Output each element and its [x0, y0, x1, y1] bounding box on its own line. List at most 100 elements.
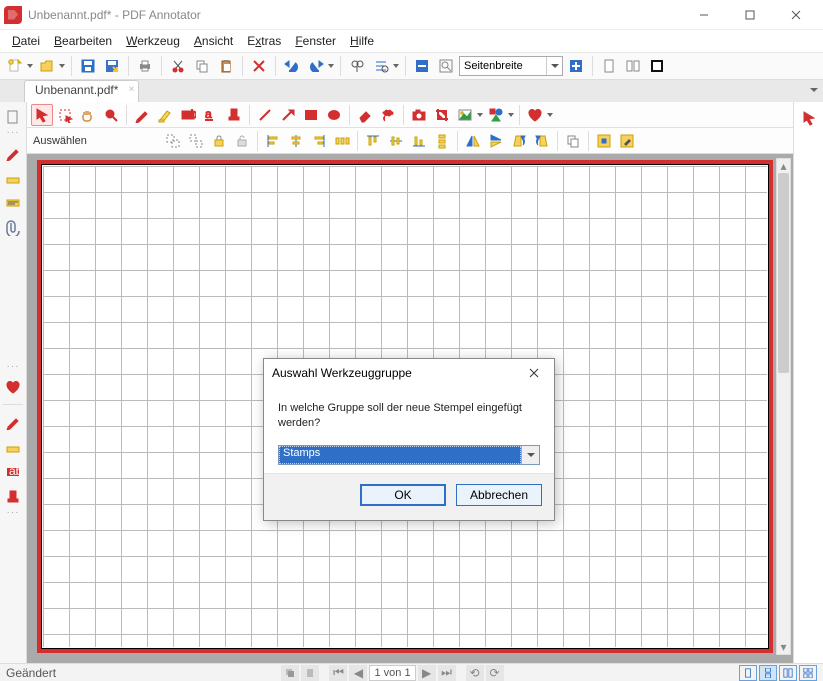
page-next-button[interactable]: ▶	[418, 665, 436, 681]
view-single-button[interactable]	[739, 665, 757, 681]
ungroup-button[interactable]	[185, 130, 207, 152]
zoom-out-button[interactable]	[411, 55, 433, 77]
shape-library-annot[interactable]	[485, 104, 515, 126]
redo-button[interactable]	[305, 55, 335, 77]
tab-close-icon[interactable]: ×	[129, 84, 135, 95]
view-two-page-button[interactable]	[779, 665, 797, 681]
distribute-h-button[interactable]	[331, 130, 353, 152]
dialog-group-select-dropdown[interactable]	[521, 446, 539, 464]
page-field[interactable]: 1 von 1	[369, 665, 415, 681]
flip-h-button[interactable]	[462, 130, 484, 152]
lasso-erase-annot[interactable]	[377, 104, 399, 126]
save-as-button[interactable]	[101, 55, 123, 77]
menu-werkzeug[interactable]: Werkzeug	[120, 32, 186, 50]
pen-annot[interactable]	[131, 104, 153, 126]
dialog-group-select[interactable]: Stamps	[278, 445, 540, 465]
fit-selection-button[interactable]	[593, 130, 615, 152]
crop-annot[interactable]	[431, 104, 453, 126]
page-single-button[interactable]	[301, 665, 319, 681]
pan-tool[interactable]	[77, 104, 99, 126]
stamp-annot[interactable]	[223, 104, 245, 126]
tab-overflow-button[interactable]	[807, 83, 821, 97]
align-center-v-button[interactable]	[385, 130, 407, 152]
menu-hilfe[interactable]: Hilfe	[344, 32, 380, 50]
scroll-up-button[interactable]: ▴	[777, 159, 790, 173]
lasso-tool[interactable]	[54, 104, 76, 126]
zoom-tool[interactable]	[100, 104, 122, 126]
unlock-button[interactable]	[231, 130, 253, 152]
eraser-annot[interactable]	[354, 104, 376, 126]
underline-annot[interactable]: a	[200, 104, 222, 126]
zoom-input[interactable]	[460, 57, 546, 75]
find-button[interactable]	[346, 55, 368, 77]
line-annot[interactable]	[254, 104, 276, 126]
two-page-button[interactable]	[622, 55, 644, 77]
edit-selection-button[interactable]	[616, 130, 638, 152]
copy-button[interactable]	[191, 55, 213, 77]
dialog-close-button[interactable]	[522, 362, 546, 384]
image-annot[interactable]	[454, 104, 484, 126]
menu-ansicht[interactable]: Ansicht	[188, 32, 239, 50]
select-tool[interactable]	[31, 104, 53, 126]
highlighter-tool[interactable]	[2, 167, 24, 189]
menu-bearbeiten[interactable]: Bearbeiten	[48, 32, 118, 50]
favorite-heart-icon[interactable]	[2, 376, 24, 398]
nav-back-button[interactable]: ⟲	[466, 665, 484, 681]
rotate-left-button[interactable]	[508, 130, 530, 152]
page-view-button[interactable]	[598, 55, 620, 77]
open-file-button[interactable]	[36, 55, 66, 77]
copy-style-button[interactable]	[562, 130, 584, 152]
snapshot-annot[interactable]	[408, 104, 430, 126]
paste-button[interactable]	[215, 55, 237, 77]
group-button[interactable]	[162, 130, 184, 152]
textbox-annot[interactable]: ab	[177, 104, 199, 126]
zoom-picker-button[interactable]	[435, 55, 457, 77]
dialog-cancel-button[interactable]: Abbrechen	[456, 484, 542, 506]
menu-extras[interactable]: Extras	[241, 32, 287, 50]
new-file-button[interactable]	[4, 55, 34, 77]
attachment-tool[interactable]	[2, 217, 24, 239]
zoom-combo[interactable]	[459, 56, 563, 76]
sidebar-page-icon[interactable]	[2, 106, 24, 128]
vertical-scrollbar[interactable]: ▴ ▾	[776, 158, 791, 655]
menu-fenster[interactable]: Fenster	[289, 32, 342, 50]
recent-stamp-icon[interactable]	[2, 486, 24, 508]
page-layers-button[interactable]	[281, 665, 299, 681]
undo-button[interactable]	[281, 55, 303, 77]
scrollbar-thumb[interactable]	[778, 173, 789, 373]
print-button[interactable]	[134, 55, 156, 77]
text-highlight-tool[interactable]	[2, 192, 24, 214]
lock-button[interactable]	[208, 130, 230, 152]
dialog-ok-button[interactable]: OK	[360, 484, 446, 506]
align-bottom-button[interactable]	[408, 130, 430, 152]
rect-annot[interactable]	[300, 104, 322, 126]
align-left-button[interactable]	[262, 130, 284, 152]
delete-button[interactable]	[248, 55, 270, 77]
minimize-button[interactable]	[681, 0, 727, 30]
close-button[interactable]	[773, 0, 819, 30]
page-last-button[interactable]: ⏭	[438, 665, 456, 681]
page-prev-button[interactable]: ◀	[349, 665, 367, 681]
search-list-button[interactable]	[370, 55, 400, 77]
favorites-annot[interactable]	[524, 104, 554, 126]
ellipse-annot[interactable]	[323, 104, 345, 126]
save-button[interactable]	[77, 55, 99, 77]
dialog-titlebar[interactable]: Auswahl Werkzeuggruppe	[264, 359, 554, 387]
rotate-right-button[interactable]	[531, 130, 553, 152]
pen-tool[interactable]	[2, 142, 24, 164]
nav-fwd-button[interactable]: ⟳	[486, 665, 504, 681]
flip-v-button[interactable]	[485, 130, 507, 152]
align-top-button[interactable]	[362, 130, 384, 152]
recent-highlight-icon[interactable]	[2, 436, 24, 458]
maximize-button[interactable]	[727, 0, 773, 30]
page-first-button[interactable]: ⏮	[329, 665, 347, 681]
marker-annot[interactable]	[154, 104, 176, 126]
tab-document[interactable]: Unbenannt.pdf* ×	[24, 80, 139, 102]
cut-button[interactable]	[167, 55, 189, 77]
scroll-down-button[interactable]: ▾	[777, 640, 790, 654]
distribute-v-button[interactable]	[431, 130, 453, 152]
fullscreen-button[interactable]	[646, 55, 668, 77]
align-right-button[interactable]	[308, 130, 330, 152]
recent-textbox-icon[interactable]: ab	[2, 461, 24, 483]
zoom-dropdown-button[interactable]	[546, 57, 562, 75]
